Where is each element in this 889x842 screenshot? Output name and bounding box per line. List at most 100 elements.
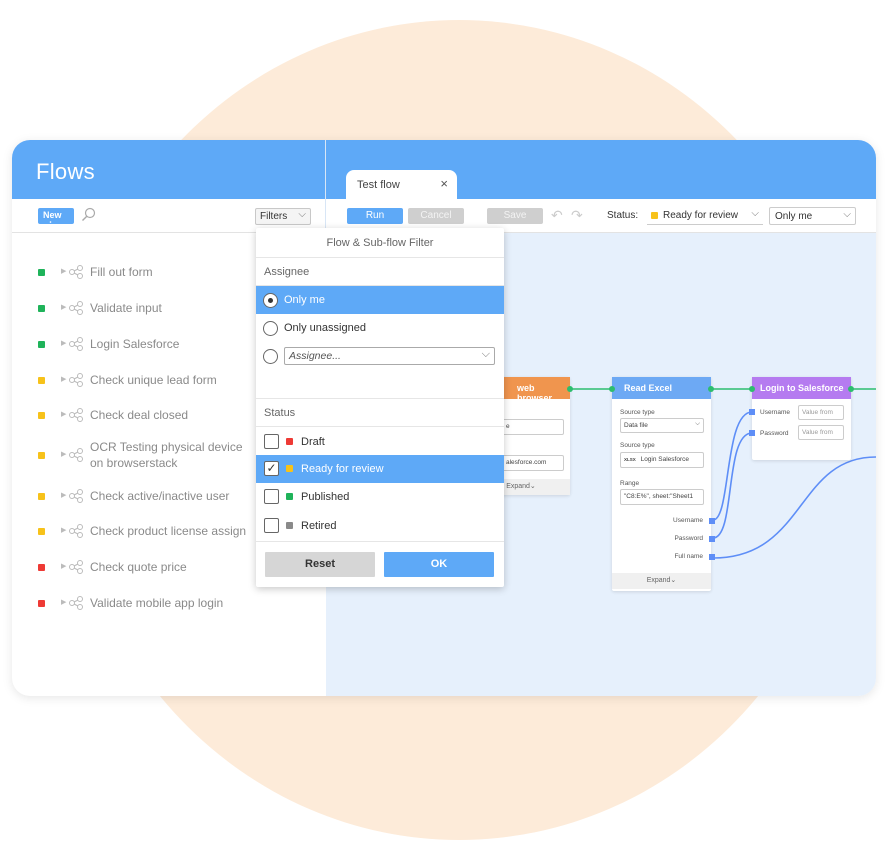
flow-icon: [69, 265, 83, 279]
node-login-salesforce[interactable]: Login to Salesforce Username Value from …: [749, 377, 854, 460]
caret-right-icon[interactable]: ▶: [61, 598, 66, 606]
range-input[interactable]: "C8:E%", sheet:"Sheet1: [620, 489, 704, 505]
input-port[interactable]: [609, 386, 615, 392]
connector-line: [712, 411, 753, 521]
output-port[interactable]: [567, 386, 573, 392]
input-port[interactable]: [749, 430, 755, 436]
flow-name: Check deal closed: [90, 408, 189, 422]
status-select[interactable]: Ready for review ⌵: [647, 207, 763, 225]
status-dot: [38, 412, 45, 419]
range-label: Range: [620, 480, 640, 487]
flow-name: Login Salesforce: [90, 337, 180, 351]
input-port[interactable]: [749, 409, 755, 415]
expand-button[interactable]: Expand⌄: [612, 573, 711, 589]
checkbox[interactable]: [264, 434, 279, 449]
caret-right-icon[interactable]: ▶: [61, 410, 66, 418]
node-read-excel[interactable]: Read Excel Source type Data file ⌵ Sourc…: [609, 377, 715, 591]
output-port[interactable]: [709, 518, 715, 524]
flow-icon: [69, 560, 83, 574]
file-picker[interactable]: XLSX Login Salesforce: [620, 452, 704, 468]
checkbox[interactable]: ✓: [264, 461, 279, 476]
url-input[interactable]: alesforce.com: [502, 455, 564, 471]
node-select[interactable]: e: [502, 419, 564, 435]
radio-button[interactable]: [263, 349, 278, 364]
output-username-label: Username: [673, 517, 703, 524]
flow-icon: [69, 448, 83, 462]
status-option-ready-for-review[interactable]: ✓ Ready for review: [256, 455, 504, 483]
source-type-select[interactable]: Data file ⌵: [620, 418, 704, 433]
value-input[interactable]: Value from: [798, 405, 844, 420]
flow-name: Check active/inactive user: [90, 489, 230, 503]
output-port[interactable]: [848, 386, 854, 392]
run-button[interactable]: Run: [347, 208, 403, 224]
cancel-button[interactable]: Cancel: [408, 208, 464, 224]
status-option-draft[interactable]: Draft: [256, 428, 504, 456]
ok-button[interactable]: OK: [384, 552, 494, 577]
status-option-published[interactable]: Published: [256, 483, 504, 511]
status-label: Status:: [607, 210, 639, 221]
option-label: Published: [301, 491, 350, 503]
output-port[interactable]: [709, 554, 715, 560]
save-button[interactable]: Save: [487, 208, 543, 224]
status-dot: [38, 564, 45, 571]
redo-icon[interactable]: ↷: [571, 207, 583, 224]
output-password-label: Password: [674, 535, 703, 542]
flow-icon: [69, 337, 83, 351]
flows-header: Flows: [12, 140, 325, 199]
assignee-placeholder: Assignee...: [289, 350, 341, 362]
input-port[interactable]: [749, 386, 755, 392]
assignee-option-only-me[interactable]: Only me: [256, 286, 504, 314]
status-option-retired[interactable]: Retired: [256, 512, 504, 540]
option-label: Only unassigned: [284, 322, 366, 334]
flow-name: Fill out form: [90, 265, 153, 279]
caret-right-icon[interactable]: ▶: [61, 491, 66, 499]
assignee-select[interactable]: Only me ⌵: [769, 207, 856, 225]
option-label: Ready for review: [301, 463, 384, 475]
caret-right-icon[interactable]: ▶: [61, 450, 66, 458]
caret-right-icon[interactable]: ▶: [61, 267, 66, 275]
node-header: Login to Salesforce: [752, 377, 851, 399]
checkbox[interactable]: [264, 489, 279, 504]
radio-button[interactable]: [263, 293, 278, 308]
status-dot: [38, 493, 45, 500]
node-select-value: e: [506, 423, 510, 430]
assignee-option-custom[interactable]: Assignee... ⌵: [256, 342, 504, 370]
list-item[interactable]: ▶ Validate mobile app login: [12, 595, 325, 625]
search-icon[interactable]: [81, 207, 97, 223]
divider: [256, 398, 504, 399]
assignee-dropdown[interactable]: Assignee... ⌵: [284, 347, 495, 365]
status-dot: [38, 452, 45, 459]
output-port[interactable]: [709, 536, 715, 542]
filters-label: Filters: [260, 211, 288, 222]
close-icon[interactable]: ×: [440, 176, 448, 191]
filters-button[interactable]: Filters ⌵: [255, 208, 311, 225]
chevron-down-icon: ⌵: [843, 209, 851, 220]
source-type-label: Source type: [620, 442, 655, 449]
checkbox[interactable]: [264, 518, 279, 533]
status-value: Ready for review: [663, 210, 739, 221]
caret-right-icon[interactable]: ▶: [61, 562, 66, 570]
radio-button[interactable]: [263, 321, 278, 336]
value-placeholder: Value from: [802, 409, 833, 416]
flow-icon: [69, 524, 83, 538]
caret-right-icon[interactable]: ▶: [61, 303, 66, 311]
caret-right-icon[interactable]: ▶: [61, 526, 66, 534]
url-value: alesforce.com: [506, 459, 547, 466]
undo-icon[interactable]: ↶: [551, 207, 563, 224]
tab-test-flow[interactable]: Test flow ×: [346, 170, 457, 199]
value-input[interactable]: Value from: [798, 425, 844, 440]
assignee-option-only-unassigned[interactable]: Only unassigned: [256, 314, 504, 342]
output-port[interactable]: [708, 386, 714, 392]
value-placeholder: Value from: [802, 429, 833, 436]
popup-title: Flow & Sub-flow Filter: [326, 237, 434, 249]
output-fullname-label: Full name: [674, 553, 703, 560]
range-value: "C8:E%", sheet:"Sheet1: [624, 493, 694, 500]
caret-right-icon[interactable]: ▶: [61, 339, 66, 347]
new-button[interactable]: New ⋮: [38, 208, 74, 230]
caret-right-icon[interactable]: ▶: [61, 375, 66, 383]
chevron-down-icon: ⌵: [751, 208, 759, 219]
status-dot: [286, 522, 293, 529]
status-dot: [38, 305, 45, 312]
reset-button[interactable]: Reset: [265, 552, 375, 577]
flow-icon: [69, 301, 83, 315]
